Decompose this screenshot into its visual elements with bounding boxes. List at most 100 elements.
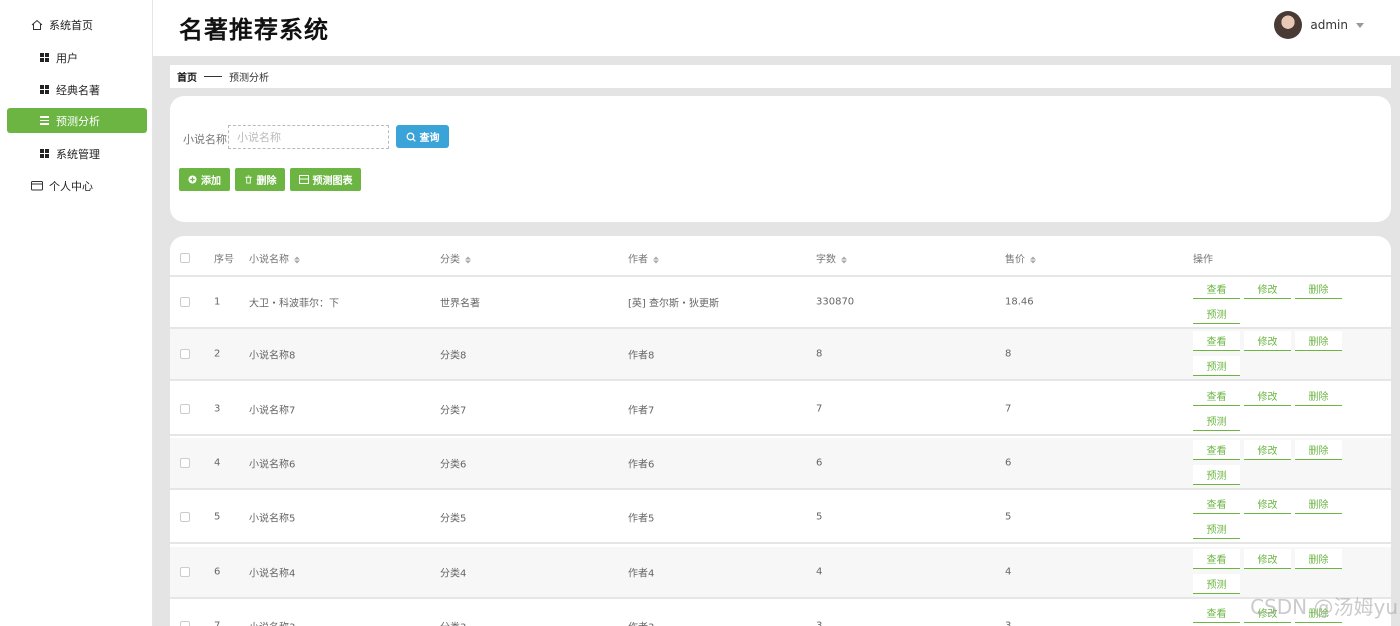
cell-category: 世界名著	[440, 298, 480, 310]
sidebar-item-system[interactable]: 系统管理	[7, 141, 147, 166]
sidebar-item-prediction[interactable]: 预测分析	[7, 108, 147, 133]
delete-button[interactable]: 删除	[235, 168, 285, 191]
cell-author: [英] 查尔斯・狄更斯	[628, 298, 719, 310]
header-words-label: 字数	[816, 254, 836, 266]
sort-icon	[841, 256, 847, 263]
cell-price: 8	[1005, 348, 1012, 360]
cell-category: 分类3	[440, 619, 466, 626]
edit-row-button[interactable]: 修改	[1244, 549, 1291, 569]
edit-row-button[interactable]: 修改	[1244, 494, 1291, 514]
header-category[interactable]: 分类	[440, 251, 471, 266]
watermark: CSDN @汤姆yu	[1250, 595, 1398, 619]
sidebar-item-classics[interactable]: 经典名著	[7, 77, 147, 102]
header-author[interactable]: 作者	[628, 251, 659, 266]
delete-row-button[interactable]: 删除	[1295, 440, 1342, 460]
grid-icon	[37, 83, 51, 97]
delete-row-button[interactable]: 删除	[1295, 279, 1342, 299]
cell-price: 18.46	[1005, 296, 1034, 308]
header-index: 序号	[214, 254, 234, 266]
header-words[interactable]: 字数	[816, 251, 847, 266]
home-icon	[30, 18, 44, 32]
grid-icon	[37, 147, 51, 161]
edit-row-button[interactable]: 修改	[1244, 331, 1291, 351]
table-row: 4 小说名称6 分类6 作者6 6 6 查看 修改 删除 预测	[170, 438, 1391, 490]
cell-author: 作者3	[628, 619, 654, 626]
breadcrumb-current: 预测分析	[229, 73, 269, 84]
breadcrumb-separator	[204, 76, 222, 77]
delete-row-button[interactable]: 删除	[1295, 386, 1342, 406]
search-input[interactable]	[228, 125, 389, 149]
view-row-button[interactable]: 查看	[1193, 331, 1240, 351]
sidebar-item-home[interactable]: 系统首页	[7, 12, 147, 37]
select-all-checkbox[interactable]	[180, 253, 190, 263]
list-icon	[37, 114, 51, 128]
table-row: 2 小说名称8 分类8 作者8 8 8 查看 修改 删除 预测	[170, 329, 1391, 381]
view-row-button[interactable]: 查看	[1193, 494, 1240, 514]
prediction-chart-button[interactable]: 预测图表	[290, 168, 361, 191]
header-name[interactable]: 小说名称	[249, 251, 300, 266]
edit-row-button[interactable]: 修改	[1244, 440, 1291, 460]
view-row-button[interactable]: 查看	[1193, 386, 1240, 406]
query-button[interactable]: 查询	[396, 125, 449, 148]
cell-index: 2	[214, 348, 221, 360]
search-icon	[406, 132, 416, 142]
header-price-label: 售价	[1005, 254, 1025, 266]
view-row-button[interactable]: 查看	[1193, 279, 1240, 299]
sidebar-item-label: 经典名著	[56, 83, 100, 97]
cell-index: 4	[214, 457, 221, 469]
add-button[interactable]: 添加	[179, 168, 230, 191]
row-checkbox[interactable]	[180, 512, 190, 522]
cell-index: 6	[214, 566, 221, 578]
view-row-button[interactable]: 查看	[1193, 549, 1240, 569]
edit-row-button[interactable]: 修改	[1244, 279, 1291, 299]
cell-name: 大卫・科波菲尔：下	[249, 298, 339, 310]
cell-name: 小说名称8	[249, 350, 296, 362]
cell-name: 小说名称4	[249, 568, 296, 580]
table-header: 序号 小说名称 分类 作者 字数 售价 操作	[170, 239, 1391, 277]
delete-row-button[interactable]: 删除	[1295, 549, 1342, 569]
user-menu[interactable]: admin	[1274, 11, 1364, 39]
cell-price: 5	[1005, 511, 1012, 523]
sidebar: 系统首页 用户 经典名著 预测分析 系统管理 个人中心	[0, 0, 153, 626]
sidebar-item-users[interactable]: 用户	[7, 45, 147, 70]
row-checkbox[interactable]	[180, 621, 190, 626]
cell-words: 7	[816, 403, 823, 415]
table-row: 5 小说名称5 分类5 作者5 5 5 查看 修改 删除 预测	[170, 492, 1391, 544]
app-title: 名著推荐系统	[179, 16, 329, 44]
view-row-button[interactable]: 查看	[1193, 440, 1240, 460]
sort-icon	[294, 256, 300, 263]
sidebar-item-label: 系统管理	[56, 147, 100, 161]
avatar	[1274, 11, 1303, 39]
caret-down-icon	[1356, 22, 1364, 28]
username: admin	[1310, 18, 1348, 32]
row-checkbox[interactable]	[180, 349, 190, 359]
cell-words: 6	[816, 457, 823, 469]
cell-author: 作者5	[628, 513, 655, 525]
sort-icon	[653, 256, 659, 263]
row-checkbox[interactable]	[180, 458, 190, 468]
delete-row-button[interactable]: 删除	[1295, 331, 1342, 351]
search-label: 小说名称	[183, 133, 227, 146]
plus-circle-icon	[188, 175, 197, 184]
top-header: 名著推荐系统 admin	[153, 0, 1400, 56]
cell-category: 分类8	[440, 350, 467, 362]
predict-row-button[interactable]: 预测	[1193, 465, 1240, 485]
view-row-button[interactable]: 查看	[1193, 603, 1240, 623]
predict-row-button[interactable]: 预测	[1193, 411, 1240, 431]
delete-row-button[interactable]: 删除	[1295, 494, 1342, 514]
cell-index: 5	[214, 511, 221, 523]
predict-row-button[interactable]: 预测	[1193, 574, 1240, 594]
search-panel: 小说名称 查询 添加 删除 预测图表	[170, 96, 1391, 222]
predict-row-button[interactable]: 预测	[1193, 519, 1240, 539]
edit-row-button[interactable]: 修改	[1244, 386, 1291, 406]
row-checkbox[interactable]	[180, 567, 190, 577]
predict-row-button[interactable]: 预测	[1193, 356, 1240, 376]
breadcrumb-home[interactable]: 首页	[177, 69, 197, 84]
header-price[interactable]: 售价	[1005, 251, 1036, 266]
row-checkbox[interactable]	[180, 297, 190, 307]
cell-index: 1	[214, 296, 221, 308]
predict-row-button[interactable]: 预测	[1193, 304, 1240, 324]
cell-name: 小说名称5	[249, 513, 296, 525]
sidebar-item-profile[interactable]: 个人中心	[7, 173, 147, 198]
row-checkbox[interactable]	[180, 404, 190, 414]
